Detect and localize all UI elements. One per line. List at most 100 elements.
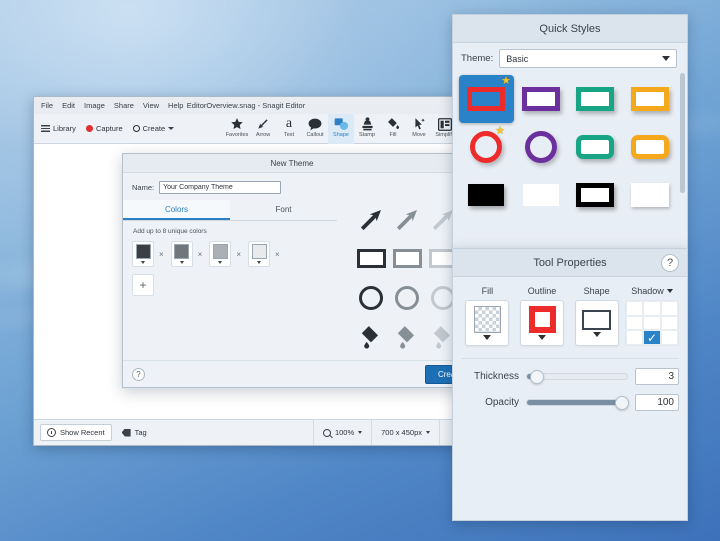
- tool-stamp[interactable]: Stamp: [354, 114, 380, 144]
- quick-styles-scrollbar[interactable]: [680, 73, 685, 193]
- color-swatch[interactable]: [209, 241, 232, 267]
- tool-label: Move: [412, 132, 426, 138]
- quick-style-item[interactable]: [514, 123, 569, 171]
- menu-item-edit[interactable]: Edit: [62, 102, 75, 110]
- tool-properties-panel: Tool Properties ? Fill Outline Shape Sha…: [452, 248, 688, 521]
- quick-style-item[interactable]: [623, 75, 678, 123]
- tool-label: Arrow: [255, 132, 271, 138]
- preview-circle: [353, 278, 389, 317]
- tool-label: Stamp: [359, 132, 375, 138]
- star-icon: [230, 116, 244, 132]
- quick-style-item[interactable]: [623, 123, 678, 171]
- opacity-slider[interactable]: [526, 396, 629, 410]
- fill-property[interactable]: Fill: [461, 286, 514, 346]
- tool-strip: Favorites Arrow a Text Callout Shape Sta…: [224, 114, 458, 144]
- menu-item-share[interactable]: Share: [114, 102, 134, 110]
- tool-properties-title: Tool Properties: [533, 256, 607, 269]
- tool-properties-header: Tool Properties ?: [453, 249, 687, 277]
- shadow-property[interactable]: Shadow ✓: [625, 286, 680, 346]
- tag-icon: [121, 428, 131, 437]
- color-swatch[interactable]: [132, 241, 154, 267]
- remove-swatch-button[interactable]: ×: [275, 250, 280, 259]
- tag-label: Tag: [134, 428, 147, 437]
- shadow-cell-selected[interactable]: ✓: [643, 330, 661, 345]
- fill-swatch-button[interactable]: [465, 300, 510, 346]
- shape-property[interactable]: Shape: [570, 286, 623, 346]
- dimensions-control[interactable]: 700 x 450px: [371, 420, 439, 445]
- menu-item-view[interactable]: View: [143, 102, 159, 110]
- capture-button[interactable]: Capture: [85, 124, 123, 133]
- shadow-cell[interactable]: [626, 315, 644, 331]
- remove-swatch-button[interactable]: ×: [198, 250, 203, 259]
- tab-font[interactable]: Font: [230, 200, 337, 220]
- zoom-control[interactable]: 100%: [312, 420, 371, 445]
- shadow-cell[interactable]: [643, 301, 661, 316]
- quick-styles-grid: ★ ★: [453, 68, 687, 219]
- quick-style-item[interactable]: [459, 171, 514, 219]
- quick-styles-panel: Quick Styles Theme: Basic ★ ★: [452, 14, 688, 250]
- thickness-value[interactable]: 3: [635, 368, 679, 385]
- tool-fill[interactable]: Fill: [380, 114, 406, 144]
- chevron-down-icon: [666, 289, 673, 293]
- tool-shape[interactable]: Shape: [328, 114, 354, 144]
- quick-style-item[interactable]: ★: [459, 123, 514, 171]
- tool-label: Shape: [333, 132, 349, 138]
- thickness-slider[interactable]: [526, 370, 628, 384]
- remove-swatch-button[interactable]: ×: [236, 250, 241, 259]
- quick-style-item[interactable]: [623, 171, 678, 219]
- record-dot-icon: [85, 125, 93, 132]
- menu-item-file[interactable]: File: [41, 102, 53, 110]
- theme-name-input[interactable]: [159, 181, 282, 194]
- create-label: Create: [142, 124, 166, 133]
- quick-style-item[interactable]: [568, 123, 623, 171]
- quick-style-item[interactable]: ★: [459, 75, 514, 123]
- remove-swatch-button[interactable]: ×: [159, 250, 164, 259]
- color-chip: [135, 244, 151, 259]
- create-menu-button[interactable]: Create: [132, 124, 175, 133]
- gallery-row-buckets: [349, 317, 461, 356]
- tag-button[interactable]: Tag: [116, 425, 153, 440]
- shadow-cell[interactable]: [626, 330, 644, 345]
- shadow-cell[interactable]: [643, 315, 661, 331]
- tool-favorites[interactable]: Favorites: [224, 114, 250, 144]
- opacity-label: Opacity: [485, 397, 519, 408]
- thickness-label: Thickness: [473, 371, 519, 382]
- tab-colors[interactable]: Colors: [123, 200, 230, 220]
- quick-style-item[interactable]: [514, 75, 569, 123]
- outline-swatch-button[interactable]: [520, 300, 564, 346]
- chevron-down-icon: [426, 431, 430, 434]
- quick-style-item[interactable]: [568, 171, 623, 219]
- add-color-button[interactable]: +: [132, 274, 154, 296]
- quick-style-item[interactable]: [568, 75, 623, 123]
- opacity-value[interactable]: 100: [635, 394, 679, 411]
- shadow-cell[interactable]: [660, 315, 679, 331]
- outline-property[interactable]: Outline: [516, 286, 569, 346]
- shape-swatch-button[interactable]: [574, 300, 619, 346]
- shadow-cell[interactable]: [660, 330, 679, 345]
- theme-selector-row: Theme: Basic: [453, 49, 687, 68]
- menu-item-image[interactable]: Image: [84, 102, 105, 110]
- transparent-checker-icon: [473, 306, 501, 333]
- shadow-cell[interactable]: [660, 301, 679, 316]
- tool-arrow[interactable]: Arrow: [250, 114, 276, 144]
- chevron-down-icon: [538, 335, 546, 340]
- shape-label: Shape: [583, 286, 610, 296]
- show-recent-button[interactable]: Show Recent: [40, 424, 112, 441]
- outline-label: Outline: [527, 286, 557, 296]
- help-icon[interactable]: ?: [661, 254, 679, 272]
- help-icon[interactable]: ?: [132, 367, 145, 381]
- opacity-row: Opacity 100: [453, 385, 687, 411]
- tool-callout[interactable]: Callout: [302, 114, 328, 144]
- shadow-direction-grid[interactable]: ✓: [625, 300, 680, 346]
- tool-text[interactable]: a Text: [276, 114, 302, 144]
- tool-move[interactable]: Move: [406, 114, 432, 144]
- menu-item-help[interactable]: Help: [168, 102, 183, 110]
- quick-style-item[interactable]: [514, 171, 569, 219]
- circle-outline-icon: [132, 125, 140, 132]
- shadow-cell[interactable]: [626, 301, 644, 316]
- color-swatch[interactable]: [248, 241, 271, 267]
- theme-dropdown[interactable]: Basic: [499, 49, 677, 68]
- color-swatch[interactable]: [170, 241, 193, 267]
- library-button[interactable]: Library: [41, 124, 76, 133]
- color-chip: [251, 244, 267, 259]
